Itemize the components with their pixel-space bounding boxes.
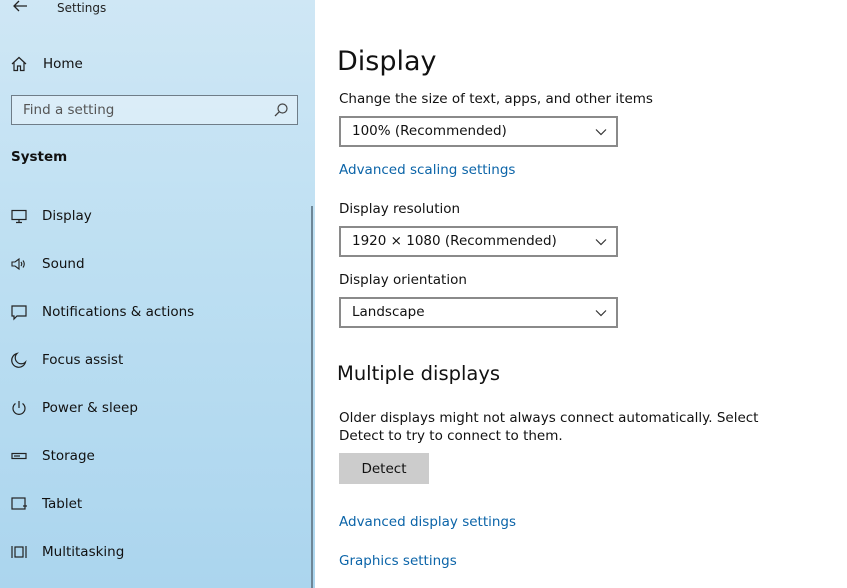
sidebar-item-focus-assist-label: Focus assist [42,352,124,368]
scale-label: Change the size of text, apps, and other… [339,91,653,107]
monitor-icon [10,207,28,225]
section-title: System [11,149,68,165]
tablet-icon [10,495,28,513]
sidebar-scrollbar[interactable] [311,206,313,588]
sidebar-item-display-label: Display [42,208,92,224]
main-content: Display Change the size of text, apps, a… [315,0,847,588]
advanced-display-link[interactable]: Advanced display settings [339,514,516,530]
advanced-scaling-link[interactable]: Advanced scaling settings [339,162,515,178]
sidebar-item-home-label: Home [43,56,83,72]
multitasking-icon [10,543,28,561]
multiple-displays-heading: Multiple displays [337,362,501,385]
sidebar-item-multitasking-label: Multitasking [42,544,125,560]
graphics-settings-link[interactable]: Graphics settings [339,553,457,569]
resolution-label: Display resolution [339,201,461,217]
sidebar-item-focus-assist[interactable]: Focus assist [0,340,300,380]
resolution-dropdown[interactable]: 1920 × 1080 (Recommended) [339,226,618,257]
search-icon [274,103,288,117]
orientation-dropdown[interactable]: Landscape [339,297,618,328]
power-icon [10,399,28,417]
scale-dropdown[interactable]: 100% (Recommended) [339,116,618,147]
multiple-displays-description: Older displays might not always connect … [339,410,759,444]
speaker-icon [10,255,28,273]
sidebar-item-tablet[interactable]: Tablet [0,484,300,524]
resolution-dropdown-value: 1920 × 1080 (Recommended) [352,233,557,249]
home-icon [10,55,28,73]
sidebar-item-notifications[interactable]: Notifications & actions [0,292,300,332]
notification-icon [10,303,28,321]
sidebar-item-power-sleep-label: Power & sleep [42,400,138,416]
search-placeholder: Find a setting [23,102,115,118]
sidebar-item-notifications-label: Notifications & actions [42,304,195,320]
sidebar-item-home[interactable]: Home [0,44,300,84]
detect-button[interactable]: Detect [339,453,429,484]
chevron-down-icon [595,310,607,317]
window-title: Settings [57,1,107,15]
sidebar-item-tablet-label: Tablet [42,496,83,512]
chevron-down-icon [595,239,607,246]
search-input[interactable]: Find a setting [11,95,298,125]
sidebar-item-multitasking[interactable]: Multitasking [0,532,300,572]
sidebar-item-storage-label: Storage [42,448,95,464]
storage-icon [10,447,28,465]
sidebar-item-storage[interactable]: Storage [0,436,300,476]
sidebar-item-power-sleep[interactable]: Power & sleep [0,388,300,428]
sidebar: Settings Home Find a setting System Disp… [0,0,315,588]
orientation-dropdown-value: Landscape [352,304,425,320]
back-arrow-icon[interactable] [10,0,30,16]
page-title: Display [337,46,437,77]
chevron-down-icon [595,129,607,136]
orientation-label: Display orientation [339,272,467,288]
scale-dropdown-value: 100% (Recommended) [352,123,507,139]
sidebar-item-sound-label: Sound [42,256,85,272]
sidebar-item-sound[interactable]: Sound [0,244,300,284]
sidebar-item-display[interactable]: Display [0,196,300,236]
moon-icon [10,351,28,369]
